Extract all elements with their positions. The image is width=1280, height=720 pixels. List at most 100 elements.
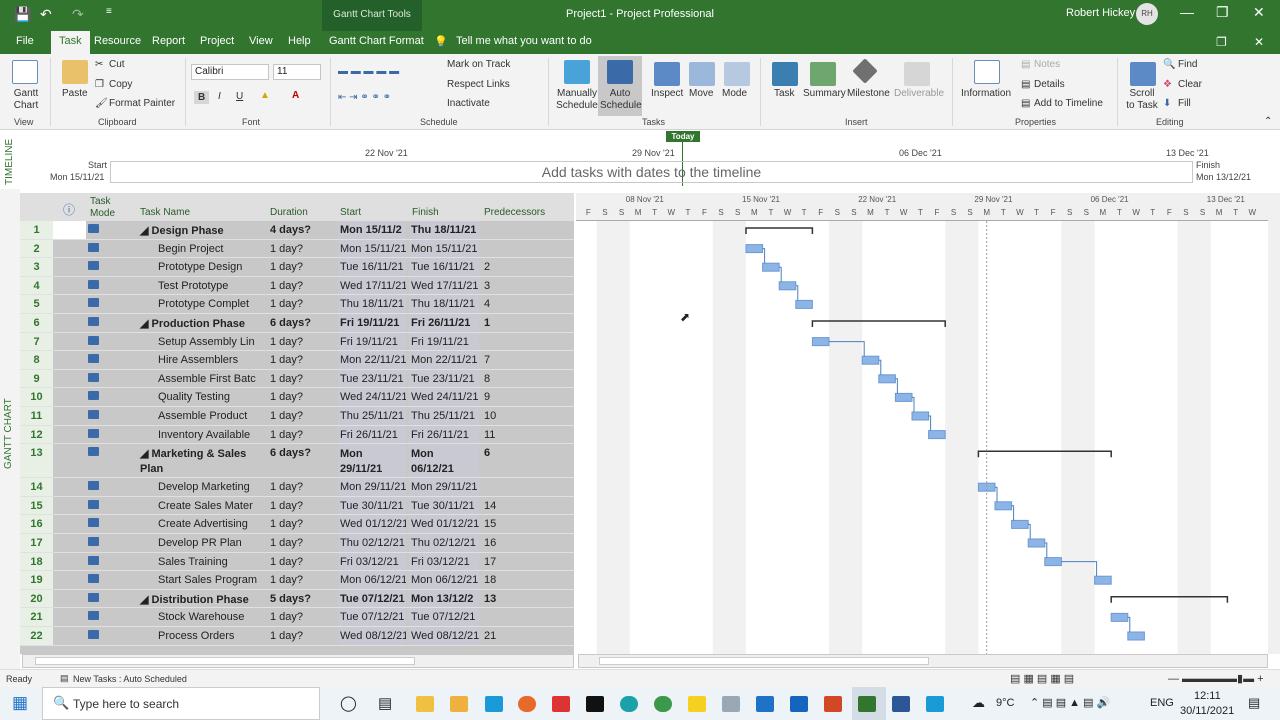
finish-cell[interactable]: Mon 06/12/21 — [409, 444, 479, 478]
indicator-cell[interactable] — [53, 553, 86, 571]
col-duration[interactable]: Duration — [270, 207, 308, 218]
redo-icon[interactable]: ↷ — [72, 6, 84, 23]
table-row[interactable]: 1 ◢ Design Phase 4 days? Mon 15/11/2 Thu 18/… — [20, 221, 574, 240]
indicator-cell[interactable] — [53, 221, 86, 239]
table-row[interactable]: 20 ◢ Distribution Phase 5 days? Tue 07/12/2… — [20, 589, 574, 609]
font-name-select[interactable]: Calibri — [191, 64, 269, 80]
powerpoint-icon[interactable] — [824, 696, 842, 712]
table-row[interactable]: 9 Assemble First Batc 1 day? Tue 23/11/21 Tu… — [20, 369, 574, 389]
paste-icon[interactable] — [62, 60, 88, 84]
gantt-task-bar[interactable] — [861, 355, 880, 365]
mode-icon[interactable] — [724, 62, 750, 86]
task-mode-icon[interactable] — [88, 354, 99, 364]
finish-cell[interactable]: Tue 30/11/21 — [409, 496, 479, 515]
gantt-task-bar[interactable] — [1044, 557, 1062, 567]
duration-cell[interactable]: 1 day? — [268, 351, 336, 369]
move-button[interactable]: Move — [689, 88, 713, 99]
zoom-slider[interactable]: — ▬▬▬▬▬▮▬ + — [1168, 672, 1264, 685]
milestone-icon[interactable] — [852, 58, 878, 84]
fill-icon[interactable]: ⬇ — [1163, 98, 1171, 109]
task-name-cell[interactable]: ◢ Marketing & Sales Plan — [138, 444, 266, 477]
row-id[interactable]: 12 — [20, 425, 53, 444]
finish-cell[interactable]: Wed 01/12/21 — [409, 515, 479, 533]
start-cell[interactable]: Tue 23/11/21 — [338, 369, 406, 388]
duration-cell[interactable]: 1 day? — [268, 370, 336, 388]
row-id[interactable]: 4 — [20, 276, 53, 295]
predecessors-cell[interactable]: 1 — [482, 314, 574, 332]
task-name-cell[interactable]: Prototype Complet — [138, 295, 266, 313]
duration-cell[interactable]: 1 day? — [268, 333, 336, 351]
tab-project[interactable]: Project — [200, 35, 234, 47]
scroll-to-task-button[interactable]: Scroll to Task — [1126, 88, 1158, 112]
chrome-icon[interactable] — [654, 696, 672, 712]
predecessors-cell[interactable]: 6 — [482, 444, 574, 477]
predecessors-cell[interactable]: 10 — [482, 407, 574, 425]
predecessors-cell[interactable]: 21 — [482, 627, 574, 645]
task-mode-icon[interactable] — [88, 611, 99, 621]
gantt-hscroll[interactable] — [578, 654, 1268, 668]
scroll-to-task-icon[interactable] — [1130, 62, 1156, 86]
duration-cell[interactable]: 1 day? — [268, 240, 336, 258]
finish-cell[interactable]: Wed 17/11/21 — [409, 276, 479, 295]
info-column-icon[interactable]: ⓘ — [63, 201, 75, 218]
finish-cell[interactable]: Mon 13/12/2 — [409, 589, 479, 608]
edge-icon[interactable] — [620, 696, 638, 712]
find-icon[interactable]: 🔍 — [1163, 59, 1175, 70]
predecessors-cell[interactable] — [482, 221, 574, 239]
predecessors-cell[interactable]: 7 — [482, 351, 574, 369]
gantt-task-bar[interactable] — [1094, 575, 1112, 585]
gantt-task-bar[interactable] — [778, 281, 797, 291]
start-cell[interactable]: Wed 01/12/21 — [338, 515, 406, 533]
finish-cell[interactable]: Mon 22/11/21 — [409, 351, 479, 369]
deliverable-icon[interactable] — [904, 62, 930, 86]
col-task-name[interactable]: Task Name — [140, 207, 190, 218]
tab-view[interactable]: View — [249, 35, 273, 47]
indicator-cell[interactable] — [53, 407, 86, 425]
paste-button[interactable]: Paste — [62, 88, 88, 99]
task-name-cell[interactable]: Create Sales Mater — [138, 497, 266, 515]
indicator-cell[interactable] — [53, 277, 86, 295]
start-cell[interactable]: Mon 15/11/2 — [338, 221, 406, 239]
clear-button[interactable]: Clear — [1178, 79, 1202, 90]
indicator-cell[interactable] — [53, 534, 86, 552]
user-name[interactable]: Robert Hickey — [1066, 7, 1135, 19]
task-name-cell[interactable]: Inventory Available — [138, 426, 266, 444]
tab-report[interactable]: Report — [152, 35, 185, 47]
clock-date[interactable]: 30/11/2021 — [1180, 705, 1234, 717]
firefox-icon[interactable] — [518, 696, 536, 712]
gantt-task-bar[interactable] — [911, 411, 930, 421]
table-row[interactable]: 10 Quality Testing 1 day? Wed 24/11/21 Wed 2… — [20, 388, 574, 407]
table-row[interactable]: 21 Stock Warehouse 1 day? Tue 07/12/21 Tue 0… — [20, 608, 574, 627]
word-icon[interactable] — [892, 696, 910, 712]
row-id[interactable]: 22 — [20, 627, 53, 645]
task-mode-icon[interactable] — [88, 261, 99, 271]
language-indicator[interactable]: ENG — [1150, 697, 1174, 709]
start-cell[interactable]: Wed 24/11/21 — [338, 388, 406, 406]
task-mode-icon[interactable] — [88, 335, 99, 345]
task-mode-icon[interactable] — [88, 279, 99, 289]
task-name-cell[interactable]: Develop PR Plan — [138, 534, 266, 552]
inspect-button[interactable]: Inspect — [651, 88, 683, 99]
gantt-task-bar[interactable] — [745, 244, 764, 254]
gantt-task-bar[interactable] — [1127, 631, 1145, 641]
indicator-cell[interactable] — [53, 627, 86, 645]
italic-button[interactable]: I — [218, 91, 221, 102]
copy-icon[interactable]: ❐ — [95, 79, 104, 90]
task-mode-icon[interactable] — [88, 224, 99, 233]
row-id[interactable]: 13 — [20, 444, 53, 478]
font-color-icon[interactable]: A — [292, 90, 299, 101]
row-id[interactable]: 6 — [20, 314, 53, 332]
table-row[interactable]: 6 ◢ Production Phase 6 days? Fri 19/11/21 Fr… — [20, 314, 574, 333]
table-row[interactable]: 19 Start Sales Program 1 day? Mon 06/12/21 M… — [20, 571, 574, 590]
row-id[interactable]: 1 — [20, 221, 53, 239]
start-cell[interactable]: Tue 07/12/21 — [338, 608, 406, 626]
clear-icon[interactable]: ❖ — [1163, 79, 1172, 90]
task-insert-icon[interactable] — [772, 62, 798, 86]
task-name-cell[interactable]: Assemble Product — [138, 407, 266, 425]
task-mode-icon[interactable] — [88, 372, 99, 382]
tab-help[interactable]: Help — [288, 35, 311, 47]
dropbox-icon[interactable] — [756, 696, 774, 712]
start-cell[interactable]: Thu 25/11/21 — [338, 407, 406, 425]
indicator-cell[interactable] — [53, 478, 86, 496]
details-icon[interactable]: ▤ — [1021, 79, 1030, 90]
